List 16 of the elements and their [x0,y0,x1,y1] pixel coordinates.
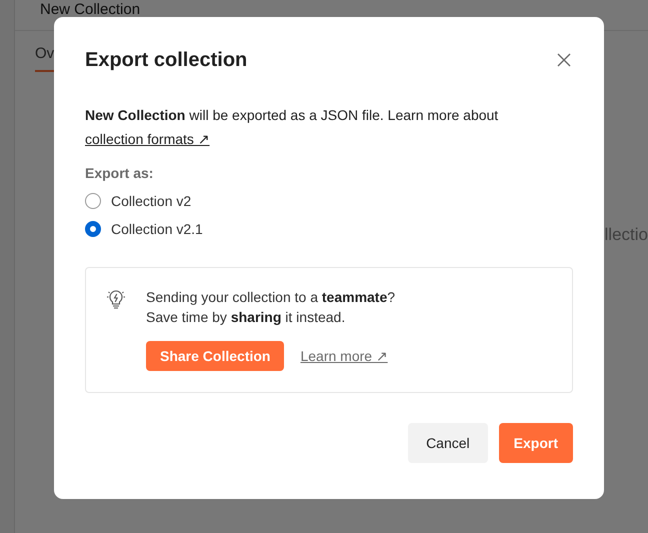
close-icon[interactable] [557,53,571,67]
export-as-label: Export as: [85,165,154,181]
collection-formats-link[interactable]: collection formats ↗ [85,131,210,147]
description-text: New Collection will be exported as a JSON file. Learn more about collection formats ↗ [85,106,500,149]
option-label[interactable]: Collection v2 [111,193,192,209]
radio-button[interactable] [85,193,101,209]
tip-text: Save time by sharing it instead. [146,308,346,327]
empty-state-text: llectio [604,225,648,245]
radio-button[interactable] [85,221,101,237]
cancel-button[interactable]: Cancel [408,423,488,463]
learn-more-link[interactable]: Learn more ↗ [300,348,388,364]
option-label[interactable]: Collection v2.1 [111,221,203,237]
tip-text: Sending your collection to a teammate? [146,288,396,307]
lightbulb-icon [106,288,126,310]
collection-title: New Collection [40,1,140,18]
dialog-title: Export collection [85,48,248,72]
